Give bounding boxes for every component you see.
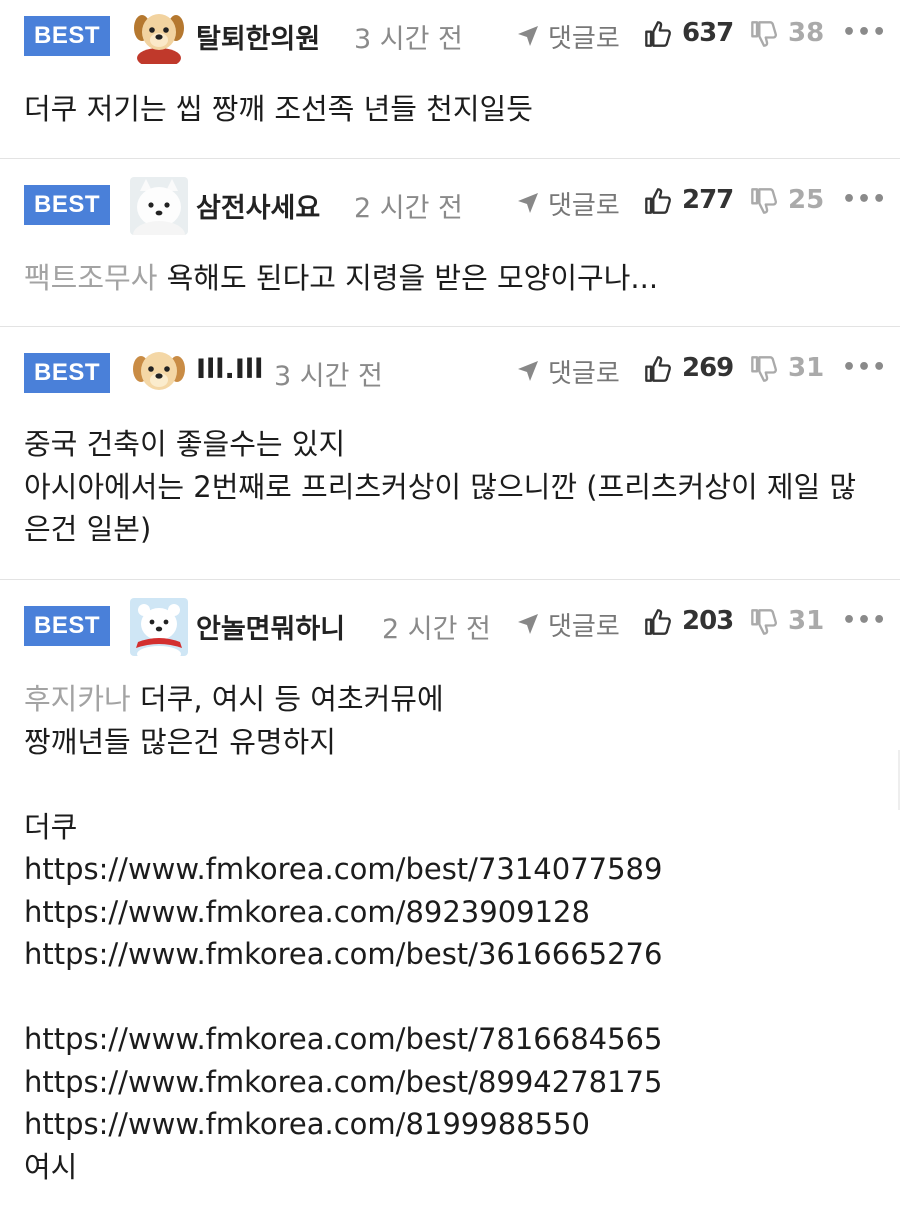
comment-text: 중국 건축이 좋을수는 있지 아시아에서는 2번째로 프리츠커상이 많으니깐 (…	[24, 427, 857, 546]
reply-label: 댓글로	[548, 612, 620, 642]
comment-item: BEST 안놀면뭐하니 2 시간 전 댓글로 203 31 ••• 후지카나 더…	[0, 580, 900, 1207]
reply-label: 댓글로	[548, 359, 620, 389]
upvote-count: 269	[682, 353, 734, 383]
comment-text: 더쿠, 여시 등 여초커뮤에 짱깨년들 많은건 유명하지 더쿠 https://…	[24, 682, 663, 1184]
comment-time: 3 시간 전	[274, 361, 383, 392]
comment-item: BEST 삼전사세요 2 시간 전 댓글로 277 25 ••• 팩트조무사 욕…	[0, 159, 900, 327]
best-badge: BEST	[24, 353, 110, 393]
comment-nickname[interactable]: 삼전사세요	[196, 186, 320, 225]
comment-nickname[interactable]: 안놀면뭐하니	[196, 607, 345, 646]
more-options-icon[interactable]: •••	[842, 20, 887, 45]
upvote-count: 277	[682, 185, 734, 215]
thumbs-down-icon	[751, 21, 777, 47]
white-dog-avatar-icon[interactable]	[130, 177, 188, 235]
comment-body: 더쿠 저기는 씹 짱깨 조선족 년들 천지일듯	[24, 88, 880, 131]
comment-header: BEST 안놀면뭐하니 2 시간 전 댓글로 203 31 •••	[0, 596, 900, 656]
comment-body: 후지카나 더쿠, 여시 등 여초커뮤에 짱깨년들 많은건 유명하지 더쿠 htt…	[24, 678, 880, 1188]
comment-body: 중국 건축이 좋을수는 있지 아시아에서는 2번째로 프리츠커상이 많으니깐 (…	[24, 423, 880, 551]
downvote-count: 31	[788, 606, 825, 636]
thumbs-up-icon	[645, 609, 671, 635]
thumbs-down-icon	[751, 609, 777, 635]
thumbs-down-icon	[751, 188, 777, 214]
downvote-count: 25	[788, 185, 825, 215]
comment-nickname[interactable]: 탈퇴한의원	[196, 17, 320, 56]
downvote-count: 31	[788, 353, 825, 383]
more-options-icon[interactable]: •••	[842, 187, 887, 212]
comment-text: 욕해도 된다고 지령을 받은 모양이구나...	[166, 261, 659, 295]
comment-time: 2 시간 전	[382, 614, 491, 645]
downvote-count: 38	[788, 18, 825, 48]
thumbs-up-icon	[645, 188, 671, 214]
best-badge: BEST	[24, 606, 110, 646]
comment-text-spacer	[157, 261, 166, 295]
more-options-icon[interactable]: •••	[842, 608, 887, 633]
more-options-icon[interactable]: •••	[842, 355, 887, 380]
comment-text: 더쿠 저기는 씹 짱깨 조선족 년들 천지일듯	[24, 92, 533, 126]
comment-text-spacer	[131, 682, 140, 716]
comment-time: 3 시간 전	[354, 24, 463, 55]
best-badge: BEST	[24, 16, 110, 56]
comment-item: BEST 탈퇴한의원 3 시간 전 댓글로 637 38 ••• 더쿠 저기는 …	[0, 0, 900, 159]
thumbs-down-icon	[751, 356, 777, 382]
comment-category: 후지카나	[24, 682, 131, 716]
comment-nickname[interactable]: Ill.Ill	[196, 354, 263, 385]
comment-header: BEST 탈퇴한의원 3 시간 전 댓글로 637 38 •••	[0, 6, 900, 66]
comment-time: 2 시간 전	[354, 193, 463, 224]
puppy-avatar-icon[interactable]	[130, 6, 188, 64]
thumbs-up-icon	[645, 356, 671, 382]
comment-header: BEST Ill.Ill 3 시간 전 댓글로 269 31 •••	[0, 343, 900, 403]
reply-arrow-icon	[518, 361, 538, 381]
comment-header: BEST 삼전사세요 2 시간 전 댓글로 277 25 •••	[0, 175, 900, 235]
polar-bear-avatar-icon[interactable]	[130, 598, 188, 656]
thumbs-up-icon	[645, 21, 671, 47]
reply-arrow-icon	[518, 614, 538, 634]
reply-arrow-icon	[518, 193, 538, 213]
reply-label: 댓글로	[548, 191, 620, 221]
upvote-count: 637	[682, 18, 734, 48]
reply-arrow-icon	[518, 26, 538, 46]
best-badge: BEST	[24, 185, 110, 225]
comment-item: BEST Ill.Ill 3 시간 전 댓글로 269 31 ••• 중국 건축…	[0, 327, 900, 580]
comment-body: 팩트조무사 욕해도 된다고 지령을 받은 모양이구나...	[24, 257, 880, 300]
comment-category: 팩트조무사	[24, 261, 158, 295]
reply-label: 댓글로	[548, 24, 620, 54]
upvote-count: 203	[682, 606, 734, 636]
puppy-avatar-icon[interactable]	[130, 343, 188, 401]
